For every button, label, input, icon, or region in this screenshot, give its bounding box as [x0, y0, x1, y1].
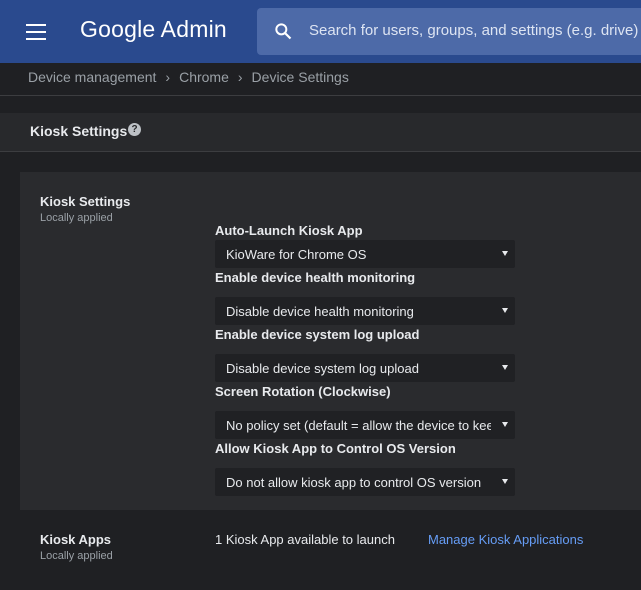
search-icon: [275, 23, 292, 40]
auto-launch-select[interactable]: KioWare for Chrome OS: [215, 240, 515, 268]
os-version-value: Do not allow kiosk app to control OS ver…: [226, 475, 482, 490]
dropdown-arrow-icon: [502, 365, 508, 370]
system-log-value: Disable device system log upload: [226, 361, 419, 376]
breadcrumb-separator: ›: [165, 69, 171, 85]
screen-rotation-value: No policy set (default = allow the devic…: [226, 418, 491, 433]
os-version-select[interactable]: Do not allow kiosk app to control OS ver…: [215, 468, 515, 496]
screen-rotation-select[interactable]: No policy set (default = allow the devic…: [215, 411, 515, 439]
dropdown-arrow-icon: [502, 308, 508, 313]
top-app-bar: Google Admin Search for users, groups, a…: [0, 0, 641, 63]
breadcrumb-device-settings: Device Settings: [251, 69, 349, 85]
screen-rotation-label: Screen Rotation (Clockwise): [215, 384, 391, 399]
breadcrumb-chrome[interactable]: Chrome: [179, 69, 229, 85]
health-monitoring-value: Disable device health monitoring: [226, 304, 414, 319]
menu-icon[interactable]: [26, 24, 46, 40]
kiosk-apps-status: 1 Kiosk App available to launch: [215, 532, 395, 547]
auto-launch-value: KioWare for Chrome OS: [226, 247, 367, 262]
dropdown-arrow-icon: [502, 479, 508, 484]
system-log-select[interactable]: Disable device system log upload: [215, 354, 515, 382]
kiosk-settings-subtitle: Locally applied: [40, 212, 113, 224]
auto-launch-label: Auto-Launch Kiosk App: [215, 223, 363, 238]
health-monitoring-select[interactable]: Disable device health monitoring: [215, 297, 515, 325]
search-placeholder: Search for users, groups, and settings (…: [309, 22, 639, 39]
system-log-label: Enable device system log upload: [215, 327, 420, 342]
kiosk-settings-title: Kiosk Settings: [40, 194, 131, 209]
search-input[interactable]: Search for users, groups, and settings (…: [257, 8, 641, 55]
app-logo[interactable]: Google Admin: [80, 16, 227, 43]
os-version-label: Allow Kiosk App to Control OS Version: [215, 441, 456, 456]
section-title: Kiosk Settings: [30, 123, 128, 139]
kiosk-apps-subtitle: Locally applied: [40, 550, 113, 562]
section-header: Kiosk Settings ?: [0, 113, 641, 152]
divider: [0, 95, 641, 96]
health-monitoring-label: Enable device health monitoring: [215, 270, 416, 285]
dropdown-arrow-icon: [502, 251, 508, 256]
breadcrumb-separator: ›: [237, 69, 243, 85]
dropdown-arrow-icon: [502, 422, 508, 427]
breadcrumb: Device management › Chrome › Device Settings: [28, 69, 349, 85]
help-icon[interactable]: ?: [128, 123, 141, 136]
manage-kiosk-apps-link[interactable]: Manage Kiosk Applications: [428, 532, 583, 547]
breadcrumb-device-management[interactable]: Device management: [28, 69, 156, 85]
kiosk-apps-title: Kiosk Apps: [40, 532, 112, 547]
